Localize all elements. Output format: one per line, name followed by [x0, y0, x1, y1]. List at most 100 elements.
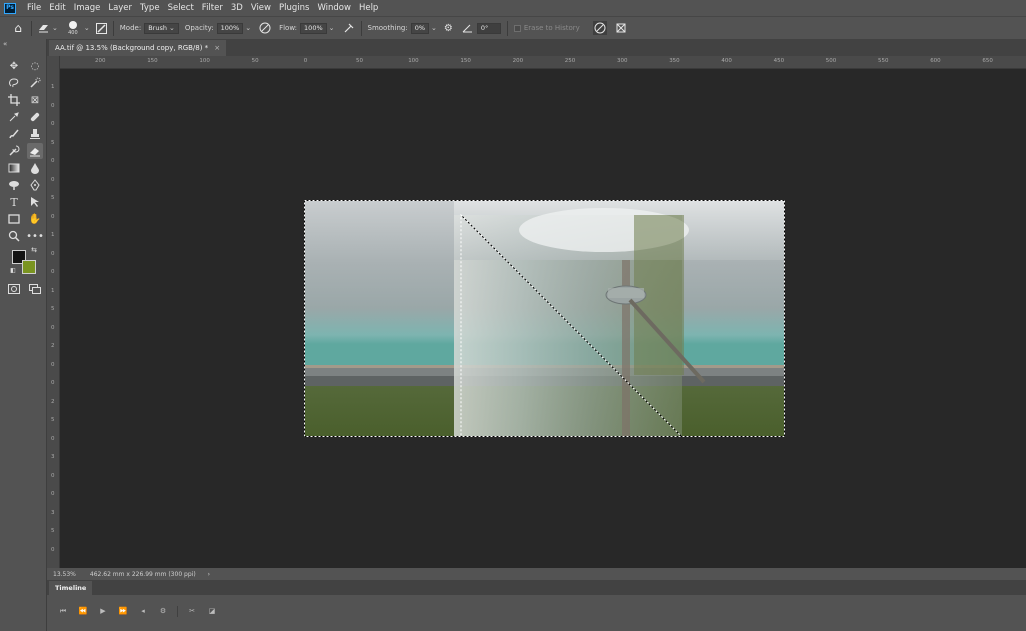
document-tab-title: AA.tif @ 13.5% (Background copy, RGB/8) …: [55, 44, 209, 52]
quick-mask-icon[interactable]: [6, 281, 22, 297]
screen-mode-icon[interactable]: [27, 281, 43, 297]
timeline-panel-header: Timeline: [47, 580, 1026, 595]
play-icon[interactable]: ▶: [93, 605, 113, 617]
mode-select[interactable]: Brush ⌄: [144, 22, 179, 34]
pen-tool-icon[interactable]: [27, 177, 43, 193]
close-icon[interactable]: ×: [214, 44, 220, 52]
eraser-tool-icon[interactable]: [27, 143, 43, 159]
healing-brush-tool-icon[interactable]: [27, 109, 43, 125]
chevron-down-icon[interactable]: ⌄: [431, 24, 437, 32]
ruler-tick-label: 100: [199, 58, 210, 64]
status-menu-arrow[interactable]: ›: [208, 571, 210, 578]
first-frame-icon[interactable]: ⏮: [53, 605, 73, 617]
zoom-level[interactable]: 13.53%: [53, 571, 76, 578]
clone-stamp-tool-icon[interactable]: [27, 126, 43, 142]
ruler-tick-label: 0: [51, 213, 55, 220]
menu-layer[interactable]: Layer: [104, 3, 136, 13]
photoshop-logo[interactable]: Ps: [4, 2, 16, 14]
menu-type[interactable]: Type: [136, 3, 164, 13]
eraser-tool-preset-icon[interactable]: ⌄: [38, 23, 58, 33]
move-tool-icon[interactable]: ✥: [6, 58, 22, 74]
erase-to-history-checkbox[interactable]: [513, 24, 521, 32]
menu-select[interactable]: Select: [164, 3, 198, 13]
horizontal-ruler[interactable]: 200 150 100 50 0 50 100 150 200 250 300 350 400 450 50…: [47, 56, 1026, 69]
crop-tool-icon[interactable]: [6, 92, 22, 108]
type-tool-icon[interactable]: T: [6, 194, 22, 210]
menu-help[interactable]: Help: [355, 3, 382, 13]
menu-plugins[interactable]: Plugins: [275, 3, 313, 13]
brush-tip-icon: [68, 20, 77, 29]
ruler-tick-label: 150: [147, 58, 158, 64]
marquee-tool-icon[interactable]: ◌: [27, 58, 43, 74]
ruler-tick-label: 0: [51, 269, 55, 275]
symmetry-icon[interactable]: [615, 22, 627, 34]
menu-file[interactable]: File: [23, 3, 45, 13]
hand-tool-icon[interactable]: ✋: [27, 211, 43, 227]
split-scissors-icon[interactable]: ✂: [182, 605, 202, 617]
next-frame-icon[interactable]: ⏩: [113, 605, 133, 617]
menu-filter[interactable]: Filter: [198, 3, 227, 13]
lasso-tool-icon[interactable]: [6, 75, 22, 91]
angle-input[interactable]: 0°: [476, 22, 501, 34]
history-brush-tool-icon[interactable]: [6, 143, 22, 159]
ruler-tick-label: 2: [51, 343, 55, 349]
path-selection-tool-icon[interactable]: [27, 194, 43, 210]
dodge-tool-icon[interactable]: [6, 177, 22, 193]
brush-preset-picker[interactable]: 400: [64, 18, 82, 38]
gradient-tool-icon[interactable]: [6, 160, 22, 176]
timeline-tab[interactable]: Timeline: [49, 581, 93, 595]
home-icon[interactable]: ⌂: [11, 21, 25, 35]
eyedropper-tool-icon[interactable]: [6, 109, 22, 125]
collapse-panel-icon[interactable]: «: [3, 40, 7, 48]
audio-icon[interactable]: ◂: [133, 605, 153, 617]
background-color-swatch[interactable]: [22, 260, 36, 274]
ruler-tick-label: 0: [51, 472, 55, 479]
flow-label: Flow:: [279, 24, 298, 32]
frame-tool-icon[interactable]: ⊠: [27, 92, 43, 108]
airbrush-icon[interactable]: [343, 22, 355, 34]
menu-view[interactable]: View: [247, 3, 275, 13]
menu-edit[interactable]: Edit: [45, 3, 69, 13]
ruler-tick-label: 1: [51, 232, 55, 238]
document-tab[interactable]: AA.tif @ 13.5% (Background copy, RGB/8) …: [49, 40, 227, 56]
ruler-tick-label: 0: [51, 435, 55, 442]
divider: [31, 20, 32, 36]
ruler-tick-label: 250: [564, 58, 576, 64]
swap-colors-icon[interactable]: ⇆: [30, 246, 38, 254]
brush-settings-icon[interactable]: [95, 22, 107, 34]
ruler-tick-label: 5: [51, 417, 55, 423]
quick-selection-tool-icon[interactable]: [27, 75, 43, 91]
ruler-tick-label: 1: [51, 84, 55, 90]
smoothing-input[interactable]: 0%: [410, 22, 430, 34]
rectangle-tool-icon[interactable]: [6, 211, 22, 227]
pressure-size-icon[interactable]: [592, 21, 607, 35]
ruler-tick-label: 2: [51, 398, 55, 405]
pressure-opacity-icon[interactable]: [259, 22, 271, 34]
ruler-tick-label: 50: [251, 58, 259, 64]
gear-icon[interactable]: ⚙: [444, 23, 453, 34]
opacity-input[interactable]: 100%: [216, 22, 244, 34]
menu-3d[interactable]: 3D: [227, 3, 247, 13]
flow-input[interactable]: 100%: [300, 22, 327, 34]
ruler-tick-label: 5: [51, 528, 55, 534]
ruler-tick-label: 500: [825, 58, 837, 64]
ruler-tick-label: 350: [669, 58, 680, 64]
menu-window[interactable]: Window: [313, 3, 355, 13]
ruler-tick-label: 150: [460, 58, 471, 64]
chevron-down-icon[interactable]: ⌄: [245, 24, 251, 32]
chevron-down-icon[interactable]: ⌄: [84, 24, 90, 32]
ruler-tick-label: 3: [51, 509, 55, 516]
zoom-tool-icon[interactable]: [6, 228, 22, 244]
default-colors-icon[interactable]: ◧: [9, 266, 17, 274]
transition-icon[interactable]: ◪: [202, 605, 222, 617]
more-tools-icon[interactable]: •••: [26, 228, 44, 244]
vertical-ruler[interactable]: 1 0 0 5 0 0 5 0 1 0 0 1 5 0 2 0 0 2 5 0 3 0 0 3 5 0: [47, 56, 60, 568]
opacity-label: Opacity:: [184, 24, 214, 32]
settings-gear-icon[interactable]: ⚙: [153, 605, 173, 617]
chevron-down-icon[interactable]: ⌄: [329, 24, 335, 32]
previous-frame-icon[interactable]: ⏪: [73, 605, 93, 617]
menu-image[interactable]: Image: [70, 3, 105, 13]
brush-tool-icon[interactable]: [6, 126, 22, 142]
document-canvas[interactable]: [304, 200, 785, 437]
blur-tool-icon[interactable]: [27, 160, 43, 176]
